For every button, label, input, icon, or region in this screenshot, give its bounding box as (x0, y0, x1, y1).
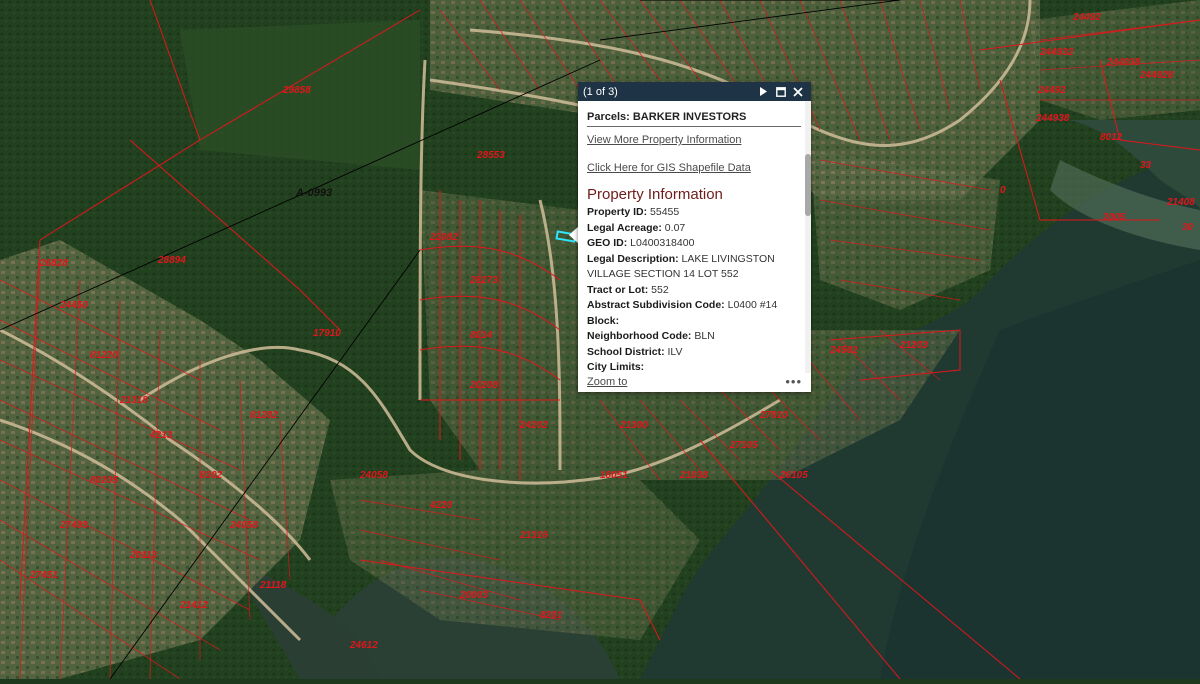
field-row: Neighborhood Code: BLN (587, 329, 802, 345)
next-feature-button[interactable] (755, 83, 772, 100)
parcel-label: 244938 (1036, 113, 1070, 124)
parcel-label: 8014 (470, 330, 493, 341)
parcel-label: 8302 (200, 470, 223, 481)
popup-footer: Zoom to ••• (587, 373, 802, 390)
field-key: City Limits: (587, 361, 645, 373)
parcel-label: 24492 (1073, 12, 1101, 23)
field-key: Tract or Lot: (587, 283, 649, 296)
parcel-label: 20003 (460, 590, 488, 601)
popup-title: Parcels: BARKER INVESTORS (587, 111, 801, 127)
property-fields: Property ID: 55455 Legal Acreage: 0.07 GEO… (587, 205, 802, 373)
more-actions-button[interactable]: ••• (785, 374, 802, 389)
parcel-label: 21408 (1167, 197, 1195, 208)
field-key: Neighborhood Code: (587, 330, 692, 342)
popup-header: (1 of 3) (578, 82, 811, 101)
parcel-label: 80205 (90, 475, 118, 486)
parcel-label: 0 (1000, 185, 1006, 196)
parcel-label: 4213 (150, 430, 173, 441)
popup-scrollbar[interactable] (805, 101, 811, 373)
parcel-label: 244928 (1140, 70, 1174, 81)
parcel-label: 30 (1182, 222, 1194, 233)
play-icon (760, 87, 767, 96)
field-key: GEO ID: (587, 237, 628, 249)
parcel-label: 21203 (900, 340, 928, 351)
field-value: BLN (691, 330, 715, 342)
parcel-label: 244938 (1107, 57, 1141, 68)
field-value: L0400318400 (627, 237, 695, 249)
parcel-label: 28553 (477, 150, 505, 161)
parcel-label: 2005 (1103, 212, 1126, 223)
parcel-label: 24450 (60, 300, 88, 311)
parcel-label: 26828 (40, 258, 68, 269)
field-value: 552 (648, 283, 669, 296)
parcel-label: 21318 (120, 395, 148, 406)
field-row: City Limits: (587, 360, 802, 373)
field-key: Legal Acreage: (587, 221, 662, 234)
parcel-label: 24202 (520, 420, 548, 431)
abstract-label: A-0993 (296, 187, 333, 199)
parcel-label: 24492 (1038, 85, 1066, 96)
parcel-label: 21038 (680, 470, 708, 481)
close-button[interactable] (789, 83, 806, 100)
zoom-to-link[interactable]: Zoom to (587, 376, 627, 388)
parcel-label: 21118 (260, 580, 287, 591)
field-row: Abstract Subdivision Code: L0400 #14 (587, 298, 802, 314)
parcel-label: 21300 (620, 420, 648, 431)
field-value: 0.07 (661, 221, 686, 234)
maximize-icon (775, 86, 786, 97)
field-key: Property ID: (587, 206, 648, 218)
maximize-button[interactable] (772, 83, 789, 100)
parcel-label: 81282 (250, 410, 278, 421)
parcel-label: 28894 (158, 255, 186, 266)
parcel-label: 28273 (470, 275, 498, 286)
parcel-label: 20208 (470, 380, 498, 391)
field-value: L0400 #14 (724, 299, 778, 311)
field-value: ILV (664, 345, 683, 358)
field-value: 55455 (647, 206, 680, 218)
field-row: Tract or Lot: 552 (587, 283, 802, 299)
parcel-label: 244932 (1040, 47, 1074, 58)
view-more-link[interactable]: View More Property Information (587, 134, 802, 146)
field-key: Block: (587, 314, 620, 327)
parcel-label: 33 (1140, 160, 1152, 171)
parcel-label: 26105 (780, 470, 808, 481)
field-key: School District: (587, 345, 665, 358)
close-icon (792, 86, 803, 97)
parcel-label: 8201 (540, 610, 563, 621)
popup-count: (1 of 3) (583, 85, 618, 98)
parcel-label: 24612 (350, 640, 378, 651)
field-key: Legal Description: (587, 252, 679, 265)
parcel-label: 18051 (600, 470, 628, 481)
parcel-label: 20113 (130, 550, 158, 561)
field-row: Legal Description: LAKE LIVINGSTON VILLA… (587, 252, 802, 283)
parcel-label: 17910 (313, 328, 341, 339)
parcel-label: 27810 (760, 410, 788, 421)
parcel-label: 21412 (180, 600, 208, 611)
parcel-popup: (1 of 3) Parcels: BARKER INVESTORS View … (578, 82, 811, 392)
parcel-label: 81220 (90, 350, 118, 361)
parcel-label: 27493 (60, 520, 88, 531)
section-heading: Property Information (587, 186, 723, 203)
gis-shapefile-link[interactable]: Click Here for GIS Shapefile Data (587, 162, 802, 174)
field-row: Legal Acreage: 0.07 (587, 221, 802, 237)
parcel-label: 27451 (30, 570, 58, 581)
parcel-label: 4220 (430, 500, 453, 511)
field-row: GEO ID: L0400318400 (587, 236, 802, 252)
parcel-label: 27105 (730, 440, 758, 451)
field-row: Block: (587, 314, 802, 330)
parcel-label: 24058 (230, 520, 258, 531)
field-row: Property ID: 55455 (587, 205, 802, 221)
scrollbar-thumb[interactable] (805, 154, 811, 216)
parcel-label: 24058 (360, 470, 388, 481)
field-key: Abstract Subdivision Code: (587, 299, 725, 311)
parcel-label: 22082 (430, 232, 458, 243)
field-row: School District: ILV (587, 345, 802, 361)
popup-body[interactable]: Parcels: BARKER INVESTORS View More Prop… (578, 101, 811, 373)
parcel-label: 8012 (1100, 132, 1123, 143)
parcel-label: 29858 (283, 85, 311, 96)
parcel-label: 21316 (520, 530, 548, 541)
parcel-label: 24502 (830, 345, 858, 356)
